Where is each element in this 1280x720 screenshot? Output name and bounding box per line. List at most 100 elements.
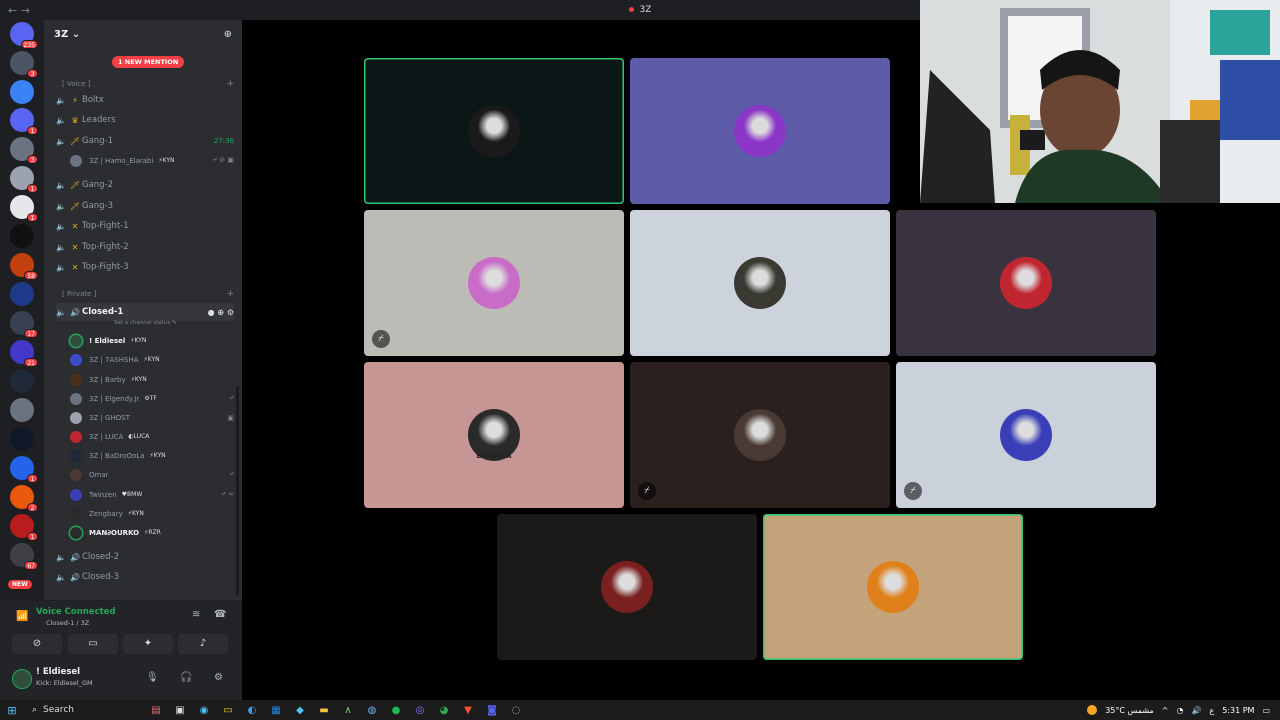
channel-gang-2[interactable]: 🔈 🗡 Gang-2 <box>56 176 234 194</box>
voice-status[interactable]: Voice Connected <box>36 607 116 617</box>
channel-top-fight-3[interactable]: 🔈 ✕ Top-Fight-3 <box>56 258 234 276</box>
server-icon[interactable]: 3 <box>10 51 38 78</box>
microphone-icon[interactable]: 🎙 <box>146 672 159 683</box>
activities-button[interactable]: ✦ <box>123 634 173 654</box>
edge-icon[interactable]: ◐ <box>240 705 264 716</box>
channel-closed-2[interactable]: 🔈 🔊 Closed-2 <box>56 548 234 566</box>
participant-tile[interactable] <box>364 58 624 204</box>
voice-member[interactable]: Omar ⌿ <box>70 466 234 483</box>
channel-closed-3[interactable]: 🔈 🔊 Closed-3 <box>56 568 234 586</box>
volume-icon[interactable]: 🔊 <box>1191 706 1201 715</box>
voice-member[interactable]: Zengbary ⚡KYN <box>70 505 234 522</box>
server-icon[interactable]: 21 <box>10 340 38 367</box>
network-icon[interactable]: ◔ <box>1176 706 1183 715</box>
channel-leaders[interactable]: 🔈 ♛ Leaders <box>56 111 234 129</box>
server-icon[interactable] <box>10 282 34 306</box>
obs-icon[interactable]: ◌ <box>504 705 528 716</box>
store-icon[interactable]: ▦ <box>264 705 288 716</box>
app-icon[interactable]: ◆ <box>288 705 312 716</box>
participant-tile[interactable] <box>896 210 1156 356</box>
settings-gear-icon[interactable]: ⚙ <box>214 672 223 683</box>
signal-icon[interactable]: 📶 <box>16 611 28 622</box>
participant-tile[interactable] <box>630 210 890 356</box>
language-indicator[interactable]: ع <box>1209 706 1214 715</box>
voice-member[interactable]: 3Z | Hamo_Elarabi ⚡KYN ⌿ ⊘ ▣ <box>70 152 234 169</box>
task-view-icon[interactable]: ▣ <box>168 705 192 716</box>
add-member-icon[interactable]: ⊕ <box>224 29 232 40</box>
app-icon[interactable]: ◎ <box>408 705 432 716</box>
server-icon[interactable]: 1 <box>10 456 38 483</box>
server-icon[interactable]: 1 <box>10 166 38 193</box>
server-icon[interactable]: 67 <box>10 543 38 570</box>
username[interactable]: ! Eldiesel <box>36 667 80 677</box>
sidebar-scrollbar[interactable] <box>236 386 239 596</box>
voice-member[interactable]: 3Z | Elgendy.Jr ⚙TF ⌿ <box>70 390 234 407</box>
participant-tile[interactable] <box>630 58 890 204</box>
server-icon[interactable] <box>10 369 34 393</box>
voice-member[interactable]: MAN∂OURKO ⚡RZR <box>70 524 234 541</box>
channel-status-hint[interactable]: Set a channel status ✎ <box>114 320 177 326</box>
server-icon[interactable]: 2 <box>10 485 38 512</box>
tray-chevron-icon[interactable]: ^ <box>1162 706 1169 715</box>
folder-icon[interactable]: ▬ <box>312 705 336 716</box>
file-explorer-icon[interactable]: ▭ <box>216 705 240 716</box>
spotify-icon[interactable]: ● <box>384 705 408 716</box>
voice-member[interactable]: 3Z | 7ASHSHA ⚡KYN <box>70 351 234 368</box>
channel-boltx[interactable]: 🔈 ⚡ Boltx <box>56 91 234 109</box>
camera-toggle-button[interactable]: ⊘ <box>12 634 62 654</box>
participant-tile[interactable] <box>763 514 1023 660</box>
participant-tile[interactable]: ⌿ <box>364 210 624 356</box>
voice-member[interactable]: ! Eldiesel ⚡KYN <box>70 332 234 349</box>
server-icon[interactable]: 58 <box>10 253 38 280</box>
voice-member[interactable]: 3Z | LUCA ◐LUCA <box>70 428 234 445</box>
voice-member[interactable]: Twinzen ♥BMW ⌿ ∞ <box>70 486 234 503</box>
participant-tile[interactable]: ⌿ <box>630 362 890 508</box>
add-channel-icon[interactable]: + <box>226 289 234 299</box>
channel-top-fight-2[interactable]: 🔈 ✕ Top-Fight-2 <box>56 238 234 256</box>
app-icon[interactable]: ∧ <box>336 705 360 716</box>
weather-text[interactable]: 35°C مشمس <box>1105 706 1154 715</box>
category-voice[interactable]: [ Voice ] + <box>62 77 234 91</box>
server-icon[interactable] <box>10 80 34 104</box>
guild-name[interactable]: 3Z ⌄ <box>54 29 80 40</box>
participant-tile[interactable] <box>497 514 757 660</box>
disconnect-icon[interactable]: ☎ <box>214 609 226 620</box>
notifications-icon[interactable]: ▭ <box>1262 706 1270 715</box>
participant-tile[interactable]: ⌿ <box>896 362 1156 508</box>
server-icon[interactable] <box>10 427 34 451</box>
server-icon[interactable]: 17 <box>10 311 38 338</box>
headphones-icon[interactable]: 🎧 <box>180 672 192 683</box>
chrome-icon[interactable]: ◕ <box>432 705 456 716</box>
voice-channel-label[interactable]: Closed-1 / 3Z <box>46 619 89 627</box>
screen-share-button[interactable]: ▭ <box>68 634 118 654</box>
voice-member[interactable]: 3Z | Barby ⚡KYN <box>70 371 234 388</box>
voice-member[interactable]: 3Z | GHOST ▣ <box>70 409 234 426</box>
server-icon[interactable]: 1 <box>10 195 38 222</box>
server-icon[interactable]: 1 <box>10 108 38 135</box>
channel-gang-3[interactable]: 🔈 🗡 Gang-3 <box>56 197 234 215</box>
windows-start-icon[interactable]: ⊞ <box>0 704 24 717</box>
channel-closed-1[interactable]: 🔈 🔊 Closed-1 ● ⊕ ⚙ <box>56 303 234 321</box>
add-channel-icon[interactable]: + <box>226 79 234 89</box>
new-mention-pill[interactable]: 1 NEW MENTION <box>112 56 185 68</box>
steam-icon[interactable]: ◍ <box>360 705 384 716</box>
new-badge[interactable]: NEW <box>8 580 32 589</box>
taskbar-search[interactable]: ⌕ Search <box>24 702 144 718</box>
channel-gang-1[interactable]: 🔈 🗡 Gang-1 27:36 <box>56 132 234 150</box>
user-avatar[interactable] <box>12 669 32 689</box>
channel-actions-icon[interactable]: ● ⊕ ⚙ <box>208 308 234 317</box>
guild-header[interactable]: 3Z ⌄ ⊕ <box>44 20 242 48</box>
server-icon[interactable] <box>10 398 34 422</box>
brave-icon[interactable]: ▼ <box>456 705 480 716</box>
participant-tile[interactable]: BADROLA <box>364 362 624 508</box>
server-icon[interactable]: 3 <box>10 137 38 164</box>
news-widget-icon[interactable]: ▤ <box>144 705 168 716</box>
copilot-icon[interactable]: ◉ <box>192 705 216 716</box>
category-private[interactable]: [ Private ] + <box>62 287 234 301</box>
voice-member[interactable]: 3Z | BaDroOoLa ⚡KYN <box>70 447 234 464</box>
discord-taskbar-icon[interactable]: ◙ <box>480 705 504 716</box>
clock[interactable]: 5:31 PM <box>1222 706 1254 715</box>
soundboard-button[interactable]: ♪ <box>178 634 228 654</box>
noise-suppression-icon[interactable]: ≋ <box>192 609 200 620</box>
server-icon[interactable]: 1 <box>10 514 38 541</box>
